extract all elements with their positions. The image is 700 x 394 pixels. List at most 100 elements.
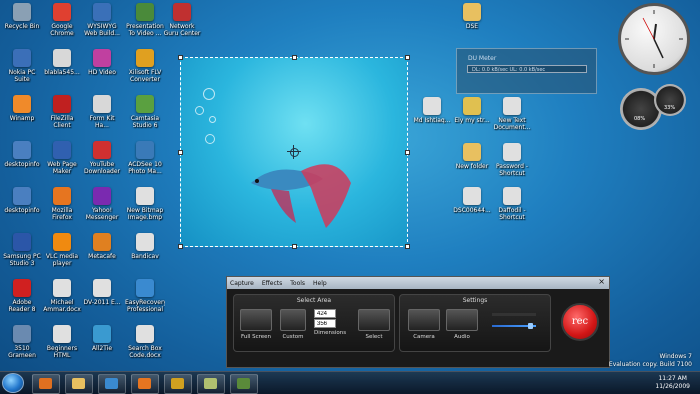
taskbar-button[interactable]	[164, 374, 192, 394]
desktop-icon[interactable]: Daffodil - Shortcut	[492, 187, 532, 221]
resize-handle-sw[interactable]	[178, 244, 183, 249]
app-icon	[93, 187, 111, 205]
resize-handle-w[interactable]	[178, 150, 183, 155]
bubble	[205, 134, 215, 144]
desktop-icon[interactable]: All2Tie	[82, 325, 122, 352]
custom-button[interactable]: Custom	[280, 309, 306, 340]
desktop-icon-label: Network Guru Center	[163, 23, 201, 37]
taskbar-button[interactable]	[65, 374, 93, 394]
desktop-icon[interactable]: New folder	[452, 143, 492, 170]
desktop-icon-label: Ely my str...	[454, 117, 490, 124]
desktop-icon[interactable]: Presentation To Video ...	[125, 3, 165, 37]
desktop-icon[interactable]: Winamp	[2, 95, 42, 122]
desktop-icon[interactable]: Xilisoft FLV Converter	[125, 49, 165, 83]
camera-button[interactable]: Camera	[408, 309, 440, 340]
desktop-icon[interactable]: Web Page Maker	[42, 141, 82, 175]
desktop-icon[interactable]: Recycle Bin	[2, 3, 42, 30]
resize-handle-e[interactable]	[405, 150, 410, 155]
desktop-icon[interactable]: Md Ishtiaq...	[412, 97, 452, 124]
system-clock[interactable]: 11:27 AM 11/26/2009	[655, 375, 690, 391]
resize-handle-n[interactable]	[292, 55, 297, 60]
resize-handle-se[interactable]	[405, 244, 410, 249]
desktop-icon[interactable]: Yahoo! Messenger	[82, 187, 122, 221]
bubble	[203, 88, 215, 100]
desktop-icon[interactable]: Search Box Code.docx	[125, 325, 165, 359]
desktop-icon[interactable]: Beginners HTML	[42, 325, 82, 359]
custom-icon	[280, 309, 306, 331]
app-icon	[53, 49, 71, 67]
desktop-icon[interactable]: Google Chrome	[42, 3, 82, 37]
taskbar-button[interactable]	[230, 374, 258, 394]
windows-watermark: Windows 7 Evaluation copy. Build 7100	[609, 353, 692, 369]
desktop-icon[interactable]: blabla545...	[42, 49, 82, 76]
desktop-icon[interactable]: DSC00644...	[452, 187, 492, 214]
tool-icon	[171, 378, 184, 389]
audio-volume-thumb[interactable]	[528, 323, 533, 329]
clock-time: 11:27 AM	[658, 375, 687, 382]
desktop-icon[interactable]: FileZilla Client	[42, 95, 82, 129]
record-button[interactable]: rec	[561, 303, 599, 341]
menu-tools[interactable]: Tools	[290, 280, 305, 287]
desktop-icon[interactable]: 3510 Grameen	[2, 325, 42, 359]
dimensions-control: Dimensions	[314, 309, 346, 336]
full-screen-button[interactable]: Full Screen	[240, 309, 272, 340]
app-icon	[93, 325, 111, 343]
bubble	[209, 116, 216, 123]
desktop-icon[interactable]: WYSIWYG Web Build...	[82, 3, 122, 37]
resize-handle-s[interactable]	[292, 244, 297, 249]
desktop-icon-label: New Text Document...	[493, 117, 531, 131]
desktop-icon[interactable]: Metacafe	[82, 233, 122, 260]
desktop-icon-label: Beginners HTML	[46, 345, 78, 359]
firefox-icon	[138, 378, 151, 389]
desktop-icon[interactable]: Mozilla Firefox	[42, 187, 82, 221]
desktop-icon[interactable]: YouTube Downloader	[82, 141, 122, 175]
desktop-icon[interactable]: HD Video	[82, 49, 122, 76]
menu-help[interactable]: Help	[313, 280, 327, 287]
audio-button[interactable]: Audio	[446, 309, 478, 340]
desktop-icon[interactable]: DSE	[452, 3, 492, 30]
close-icon[interactable]: ×	[598, 277, 605, 286]
desktop-icon[interactable]: Adobe Reader 8	[2, 279, 42, 313]
app-icon	[93, 233, 111, 251]
file-icon	[463, 143, 481, 161]
audio-volume-slider[interactable]	[492, 323, 536, 329]
desktop-icon[interactable]: EasyRecovery Professional	[125, 279, 165, 313]
select-button[interactable]: Select	[358, 309, 390, 340]
app-icon	[13, 49, 31, 67]
desktop-icon[interactable]: Network Guru Center	[162, 3, 202, 37]
start-button[interactable]	[2, 373, 24, 393]
desktop-icon[interactable]: ACDSee 10 Photo Ma...	[125, 141, 165, 175]
desktop-icon[interactable]: New Text Document...	[492, 97, 532, 131]
desktop-icon[interactable]: Michael Ammar.docx	[42, 279, 82, 313]
taskbar-button[interactable]	[197, 374, 225, 394]
taskbar-button[interactable]	[131, 374, 159, 394]
desktop-icon[interactable]: Password - Shortcut	[492, 143, 532, 177]
desktop-icon[interactable]: desktopinfo	[2, 141, 42, 168]
desktop-icon-label: Winamp	[9, 115, 35, 122]
desktop-icon[interactable]: Bandicav	[125, 233, 165, 260]
desktop-icon[interactable]: Ely my str...	[452, 97, 492, 124]
desktop-icon[interactable]: Form Kit Ha...	[82, 95, 122, 129]
width-field[interactable]	[314, 309, 336, 318]
desktop-icon[interactable]: desktopinfo	[2, 187, 42, 214]
desktop-icon[interactable]: New Bitmap Image.bmp	[125, 187, 165, 221]
resize-handle-ne[interactable]	[405, 55, 410, 60]
move-crosshair-icon[interactable]	[287, 145, 301, 159]
menu-capture[interactable]: Capture	[230, 280, 254, 287]
desktop-icon[interactable]: DV-2011 E...	[82, 279, 122, 306]
desktop-icon[interactable]: Nokia PC Suite	[2, 49, 42, 83]
menu-bar: Capture Effects Tools Help	[227, 277, 609, 289]
desktop-icon[interactable]: Camtasia Studio 6	[125, 95, 165, 129]
desktop-icon[interactable]: Samsung PC Studio 3	[2, 233, 42, 267]
app-icon	[13, 187, 31, 205]
desktop-icon-label: Samsung PC Studio 3	[3, 253, 41, 267]
menu-effects[interactable]: Effects	[262, 280, 282, 287]
taskbar-button[interactable]	[98, 374, 126, 394]
resize-handle-nw[interactable]	[178, 55, 183, 60]
app-icon	[13, 95, 31, 113]
taskbar-button[interactable]	[32, 374, 60, 394]
height-field[interactable]	[314, 319, 336, 328]
desktop-icon-label: Mozilla Firefox	[51, 207, 73, 221]
desktop-icon-label: Daffodil - Shortcut	[498, 207, 526, 221]
desktop-icon[interactable]: VLC media player	[42, 233, 82, 267]
